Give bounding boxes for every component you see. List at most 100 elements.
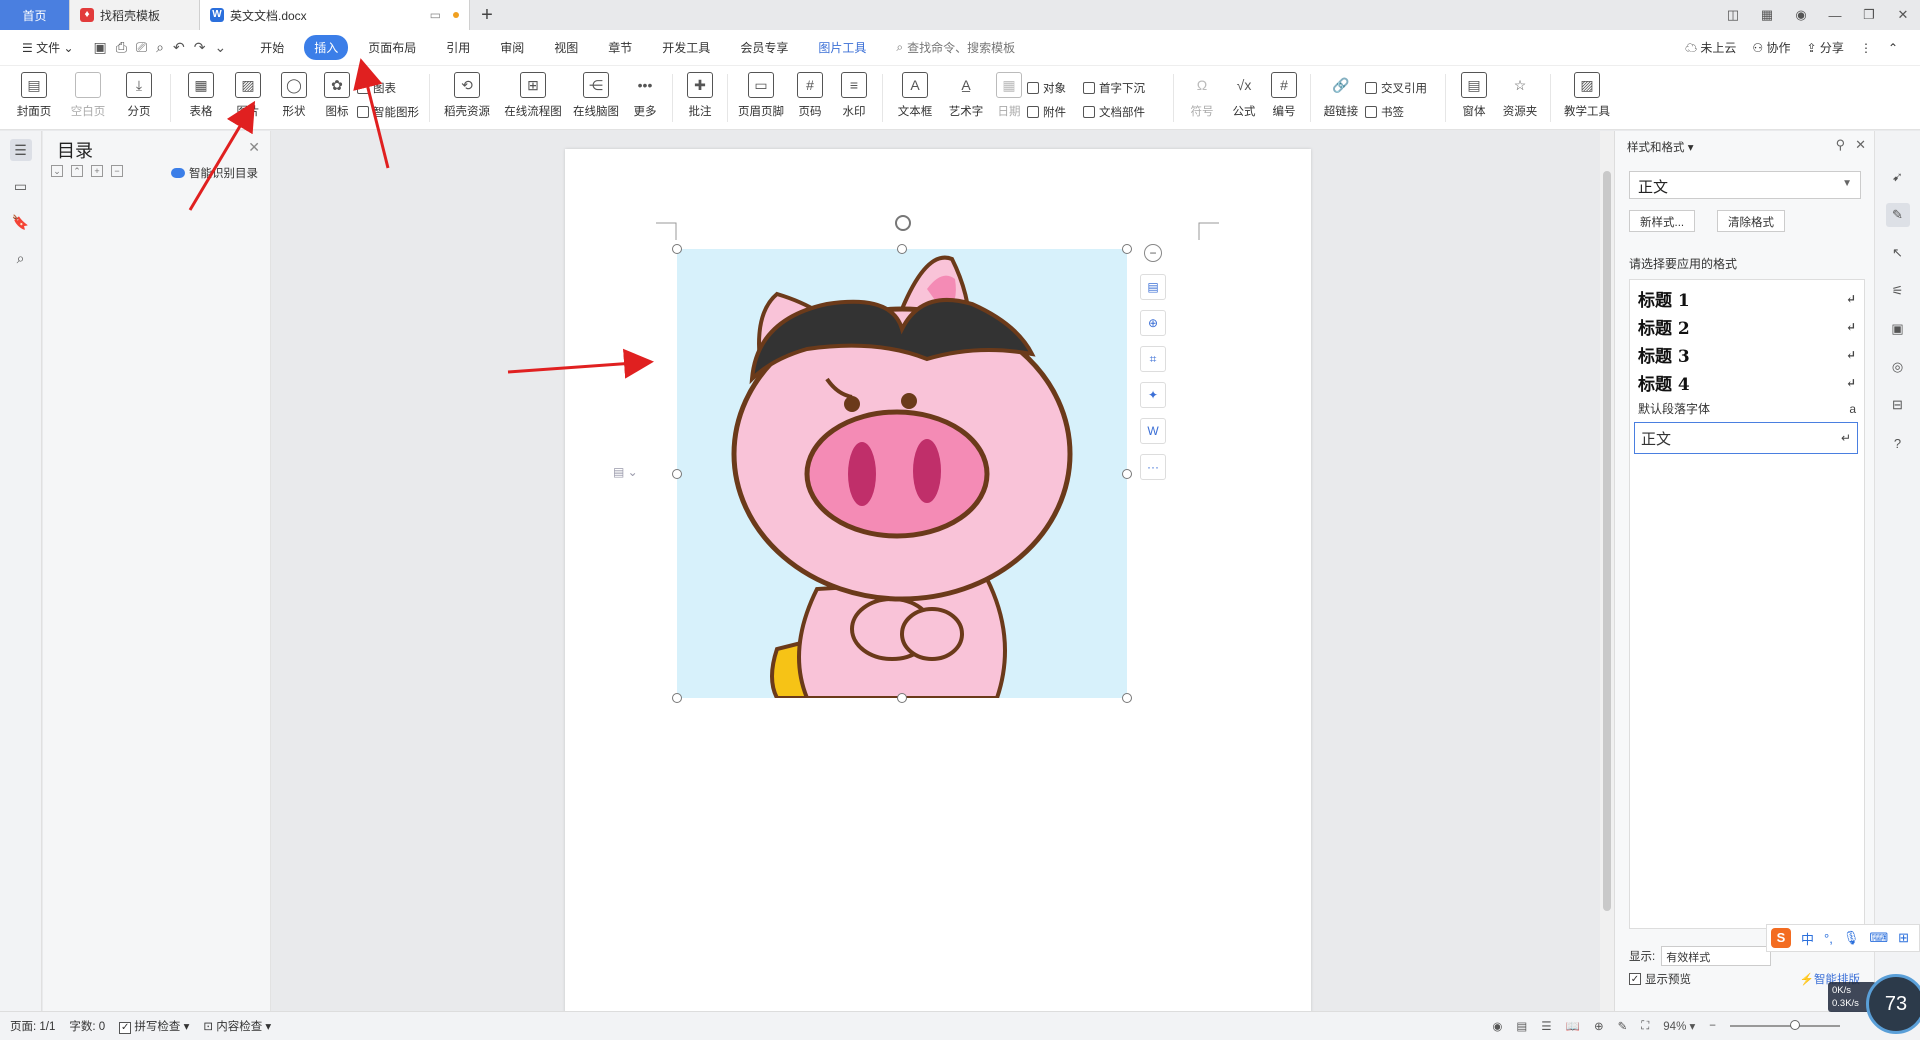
expand-all-icon[interactable]: ⌄ xyxy=(51,165,63,177)
menu-start[interactable]: 开始 xyxy=(250,35,294,60)
crop-picture-icon[interactable]: ⌗ xyxy=(1140,346,1166,372)
content-check-button[interactable]: ⊡ 内容检查 ▾ xyxy=(203,1018,271,1034)
resize-handle-ne[interactable] xyxy=(1122,244,1132,254)
show-filter-select[interactable]: 有效样式 xyxy=(1661,946,1772,966)
print-icon[interactable]: ⎚ xyxy=(136,39,147,56)
smart-shape-button[interactable]: 智能图形 xyxy=(357,104,423,120)
zoom-level[interactable]: 94% ▾ xyxy=(1663,1019,1695,1033)
resize-handle-e[interactable] xyxy=(1122,469,1132,479)
style-item-heading-3[interactable]: 标题 3 ↵ xyxy=(1638,342,1856,367)
doc-parts-button[interactable]: 文档部件 xyxy=(1083,104,1167,120)
menu-review[interactable]: 审阅 xyxy=(490,35,534,60)
formula-button[interactable]: √x 公式 xyxy=(1224,66,1264,126)
redo-icon[interactable]: ↷ xyxy=(194,39,206,56)
more-button[interactable]: ••• 更多 xyxy=(624,66,666,126)
minimize-icon[interactable]: — xyxy=(1818,8,1852,23)
spell-check-toggle[interactable]: ✓ 拼写检查 ▾ xyxy=(119,1018,189,1034)
command-search[interactable]: ⌕ 查找命令、搜索模板 xyxy=(896,39,1015,56)
chapter-nav-icon[interactable]: ▭ xyxy=(10,175,32,197)
zoom-slider-knob[interactable] xyxy=(1790,1020,1800,1030)
page-indicator[interactable]: 页面: 1/1 xyxy=(10,1018,55,1034)
resource-folder-button[interactable]: ☆ 资源夹 xyxy=(1496,66,1544,126)
menu-insert[interactable]: 插入 xyxy=(304,35,349,60)
customize-icon[interactable]: ⌄ xyxy=(214,39,226,56)
resize-handle-s[interactable] xyxy=(897,693,907,703)
collapse-ribbon-icon[interactable]: ⌃ xyxy=(1888,41,1898,55)
menu-member[interactable]: 会员专享 xyxy=(730,35,798,60)
zoom-slider[interactable] xyxy=(1730,1020,1840,1030)
cover-page-button[interactable]: ▤ 封面页 xyxy=(6,66,62,126)
menu-section[interactable]: 章节 xyxy=(598,35,642,60)
rotate-handle-icon[interactable] xyxy=(895,215,911,231)
styles-panel-close-icon[interactable]: ✕ xyxy=(1855,137,1866,153)
file-menu[interactable]: ☰ 文件 ⌄ xyxy=(12,35,84,60)
style-item-body[interactable]: 正文 ↵ xyxy=(1634,422,1858,454)
document-scrollbar[interactable] xyxy=(1600,131,1614,1011)
outline-view-icon[interactable]: ☰ xyxy=(1541,1019,1551,1033)
resize-handle-nw[interactable] xyxy=(672,244,682,254)
bookmark-button[interactable]: 书签 xyxy=(1365,104,1439,120)
resize-handle-se[interactable] xyxy=(1122,693,1132,703)
mindmap-button[interactable]: ⋲ 在线脑图 xyxy=(568,66,624,126)
menu-picture-tools[interactable]: 图片工具 xyxy=(808,35,876,60)
object-button[interactable]: 对象 xyxy=(1027,80,1083,96)
bookmark-nav-icon[interactable]: 🔖 xyxy=(10,211,32,233)
page-break-button[interactable]: ⤓ 分页 xyxy=(114,66,164,126)
cloud-status[interactable]: ☁ 未上云 xyxy=(1685,39,1736,56)
blank-page-button[interactable]: 空白页 xyxy=(62,66,114,126)
drop-cap-button[interactable]: 首字下沉 xyxy=(1083,80,1167,96)
avatar[interactable]: ◉ xyxy=(1784,7,1818,23)
monitor-icon[interactable]: ▭ xyxy=(430,8,441,22)
punctuation-icon[interactable]: °, xyxy=(1824,931,1833,946)
shape-button[interactable]: ◯ 形状 xyxy=(271,66,317,126)
new-tab-button[interactable]: + xyxy=(470,0,504,30)
collapse-toolbar-icon[interactable]: − xyxy=(1144,244,1162,262)
speed-gauge[interactable]: 73 xyxy=(1866,974,1920,1034)
layout-icon[interactable]: ◫ xyxy=(1716,7,1750,23)
print-preview-icon[interactable]: ⌕ xyxy=(156,39,164,56)
apps-grid-icon[interactable]: ▦ xyxy=(1750,7,1784,23)
find-nav-icon[interactable]: ⌕ xyxy=(10,247,32,269)
pin-icon[interactable]: ⚲ xyxy=(1836,137,1846,153)
microphone-icon[interactable]: 🎙 xyxy=(1843,930,1860,946)
ime-lang-toggle[interactable]: 中 xyxy=(1801,929,1814,948)
eye-protection-icon[interactable]: ◉ xyxy=(1492,1019,1502,1033)
inserted-picture[interactable] xyxy=(677,249,1127,698)
icon-library-button[interactable]: ✿ 图标 xyxy=(317,66,357,126)
picture-button[interactable]: ▨ 图片 xyxy=(225,66,271,126)
scrollbar-thumb[interactable] xyxy=(1603,171,1611,911)
close-icon[interactable]: ✕ xyxy=(1886,7,1920,23)
collapse-all-icon[interactable]: ⌃ xyxy=(71,165,83,177)
smart-toc-button[interactable]: 智能识别目录 xyxy=(171,165,258,181)
compass-icon[interactable]: ◎ xyxy=(1886,355,1910,379)
menu-references[interactable]: 引用 xyxy=(436,35,480,60)
symbol-button[interactable]: Ω 符号 xyxy=(1180,66,1224,126)
window-form-button[interactable]: ▤ 窗体 xyxy=(1452,66,1496,126)
remove-heading-icon[interactable]: − xyxy=(111,165,123,177)
add-heading-icon[interactable]: + xyxy=(91,165,103,177)
new-style-button[interactable]: 新样式... xyxy=(1629,210,1696,232)
save-icon[interactable]: ▣ xyxy=(94,39,107,56)
ime-apps-icon[interactable]: ⊞ xyxy=(1898,930,1909,946)
keyboard-icon[interactable]: ⌨ xyxy=(1869,930,1888,946)
page-view-icon[interactable]: ▤ xyxy=(1516,1019,1527,1033)
select-cursor-icon[interactable]: ↖ xyxy=(1886,241,1910,265)
resize-handle-n[interactable] xyxy=(897,244,907,254)
word-count[interactable]: 字数: 0 xyxy=(69,1018,105,1034)
export-pdf-icon[interactable]: ⎙ xyxy=(116,39,127,56)
date-button[interactable]: ▦ 日期 xyxy=(991,66,1027,126)
restore-icon[interactable]: ❐ xyxy=(1852,7,1886,23)
menu-page-layout[interactable]: 页面布局 xyxy=(358,35,426,60)
clear-format-button[interactable]: 清除格式 xyxy=(1717,210,1785,232)
wordart-button[interactable]: A̲ 艺术字 xyxy=(941,66,991,126)
collaborate-button[interactable]: ⚇ 协作 xyxy=(1752,39,1790,56)
write-mode-icon[interactable]: ✎ xyxy=(1618,1019,1628,1033)
tab-document[interactable]: W 英文文档.docx ▭ xyxy=(200,0,470,30)
styles-pen-icon[interactable]: ✎ xyxy=(1885,203,1910,227)
comment-button[interactable]: ✚ 批注 xyxy=(679,66,721,126)
book-icon[interactable]: ⊟ xyxy=(1886,393,1910,417)
tab-home[interactable]: 首页 xyxy=(0,0,70,30)
picture-edit-icon[interactable]: ▣ xyxy=(1886,317,1910,341)
fit-page-icon[interactable]: ⛶ xyxy=(1641,1020,1649,1033)
watermark-button[interactable]: ≡ 水印 xyxy=(832,66,876,126)
